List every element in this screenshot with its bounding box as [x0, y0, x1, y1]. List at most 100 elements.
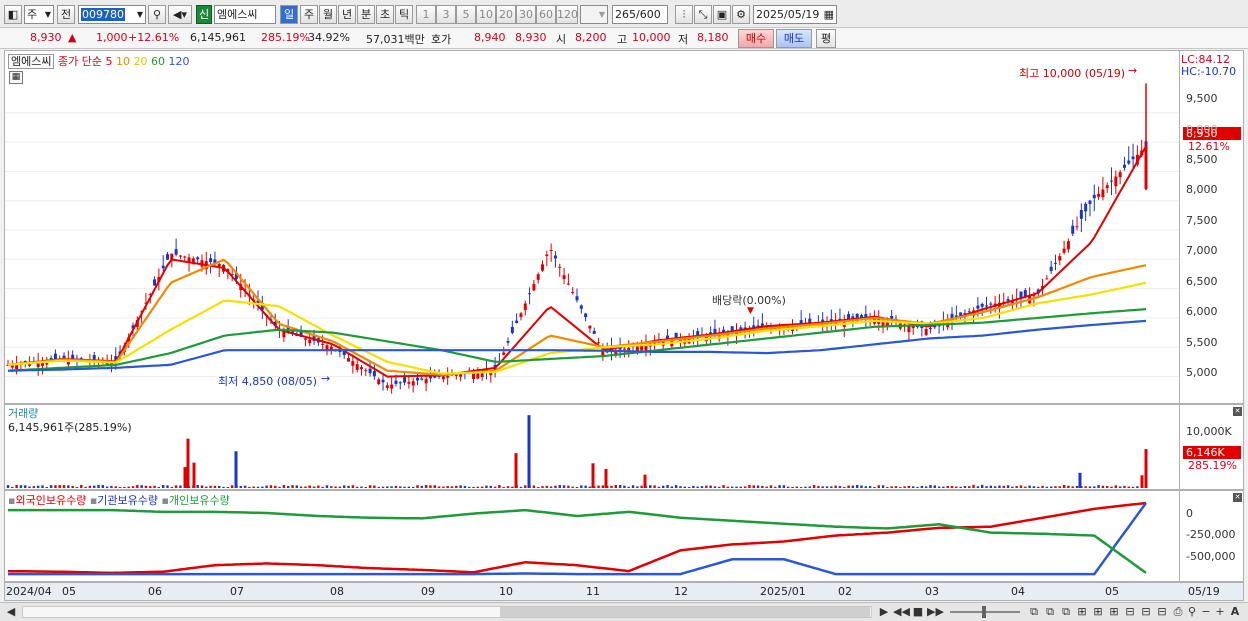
volume-bar — [1006, 485, 1010, 488]
candle-body — [355, 364, 359, 370]
candle-body — [178, 255, 182, 257]
candle-body — [1079, 209, 1083, 219]
candle-body — [1127, 160, 1131, 164]
price-tick: 9,000 — [1186, 123, 1218, 136]
candle-body — [1053, 262, 1057, 264]
volume-bar — [407, 486, 411, 488]
layout-icon[interactable]: ⧉ — [1026, 604, 1042, 620]
volume-bar — [963, 486, 967, 488]
chart-icon[interactable]: ⊟ — [1154, 604, 1170, 620]
close-icon[interactable]: ✕ — [1233, 407, 1242, 416]
price-tick: 7,000 — [1186, 244, 1218, 257]
volume-bar — [170, 487, 174, 488]
candle-body — [532, 283, 536, 291]
candle-body — [558, 266, 562, 268]
ruler-icon[interactable]: ⊞ — [1074, 604, 1090, 620]
volume-bar — [653, 485, 656, 488]
grid-icon[interactable]: ⊞ — [1106, 604, 1122, 620]
volume-bar — [455, 485, 458, 488]
candle-body — [424, 379, 428, 384]
volume-bar — [1110, 486, 1113, 488]
volume-bar — [1054, 486, 1057, 488]
candle-body — [928, 328, 932, 330]
volume-bar — [980, 484, 984, 488]
volume-bar — [855, 484, 859, 488]
volume-bar — [101, 485, 105, 488]
close-icon[interactable]: ✕ — [1233, 493, 1242, 502]
candle-body — [459, 374, 463, 377]
volume-bar — [11, 486, 14, 488]
x-tick: 2025/01 — [760, 585, 806, 598]
volume-bar — [153, 485, 156, 488]
holding-tick: -250,000 — [1186, 528, 1236, 541]
candle-body — [1105, 185, 1109, 189]
stop-icon[interactable]: ■ — [910, 604, 926, 620]
volume-bar — [394, 485, 398, 488]
volume-bar — [321, 486, 324, 488]
volume-bar — [1071, 486, 1074, 488]
volume-bar — [662, 485, 665, 488]
chart-icon[interactable]: ⊟ — [1138, 604, 1154, 620]
volume-bar — [1088, 486, 1092, 488]
play-icon[interactable]: ▶ — [876, 604, 892, 620]
candle-body — [549, 249, 553, 251]
volume-bar — [463, 485, 467, 488]
volume-bar — [377, 486, 380, 488]
volume-bar — [49, 485, 53, 488]
holding-line-2 — [8, 508, 1147, 574]
rewind-icon[interactable]: ◀◀ — [893, 604, 910, 620]
candle-body — [359, 367, 363, 370]
volume-bar — [537, 487, 540, 488]
font-size-icon[interactable]: A — [1227, 604, 1243, 620]
volume-bar — [334, 486, 337, 488]
volume-bar — [186, 438, 190, 488]
price-tick: 8,500 — [1186, 153, 1218, 166]
candle-body — [506, 341, 510, 343]
volume-bar — [472, 486, 475, 488]
volume-bar — [1045, 486, 1049, 488]
price-tick: 5,000 — [1186, 366, 1218, 379]
zoom-slider-handle[interactable] — [982, 606, 986, 618]
candle-body — [1088, 200, 1092, 204]
volume-bar — [993, 486, 997, 488]
candle-body — [196, 257, 200, 260]
volume-bar — [1067, 485, 1070, 488]
volume-bar — [562, 485, 566, 488]
candle-body — [1045, 278, 1049, 280]
volume-bar — [192, 462, 196, 488]
grid-icon[interactable]: ⊞ — [1090, 604, 1106, 620]
candle-body — [985, 305, 989, 307]
volume-bar — [933, 485, 936, 488]
volume-bar — [950, 485, 954, 488]
volume-bar — [265, 485, 268, 488]
volume-bar — [851, 485, 855, 488]
layout-icon[interactable]: ⧉ — [1042, 604, 1058, 620]
grid-icon[interactable]: ▦ — [9, 71, 23, 84]
volume-bar — [705, 485, 708, 488]
layout-icon[interactable]: ⧉ — [1058, 604, 1074, 620]
x-tick: 08 — [330, 585, 344, 598]
zoom-in-icon[interactable]: + — [1212, 604, 1228, 620]
volume-bar — [955, 486, 958, 488]
chart-canvas[interactable] — [0, 0, 1248, 621]
scroll-left-icon[interactable]: ◀ — [3, 604, 19, 620]
fast-forward-icon[interactable]: ▶▶ — [927, 604, 944, 620]
volume-bar — [1024, 486, 1027, 488]
volume-bar — [433, 485, 436, 488]
volume-bar — [968, 486, 971, 488]
volume-bar — [420, 485, 424, 488]
volume-bar — [411, 486, 415, 488]
volume-bar — [527, 415, 531, 488]
volume-bar — [1062, 484, 1066, 488]
scrollbar-thumb[interactable] — [500, 607, 870, 617]
chart-icon[interactable]: ⊟ — [1122, 604, 1138, 620]
holding-tick: -500,000 — [1186, 550, 1236, 563]
ma20-label: 20 — [133, 55, 148, 68]
volume-bar — [93, 485, 96, 488]
volume-bar — [1097, 485, 1100, 488]
holding-tick: 0 — [1186, 507, 1193, 520]
volume-bar — [774, 486, 777, 488]
volume-bar — [196, 484, 199, 488]
volume-bar — [817, 486, 820, 488]
x-tick: 05 — [1105, 585, 1119, 598]
